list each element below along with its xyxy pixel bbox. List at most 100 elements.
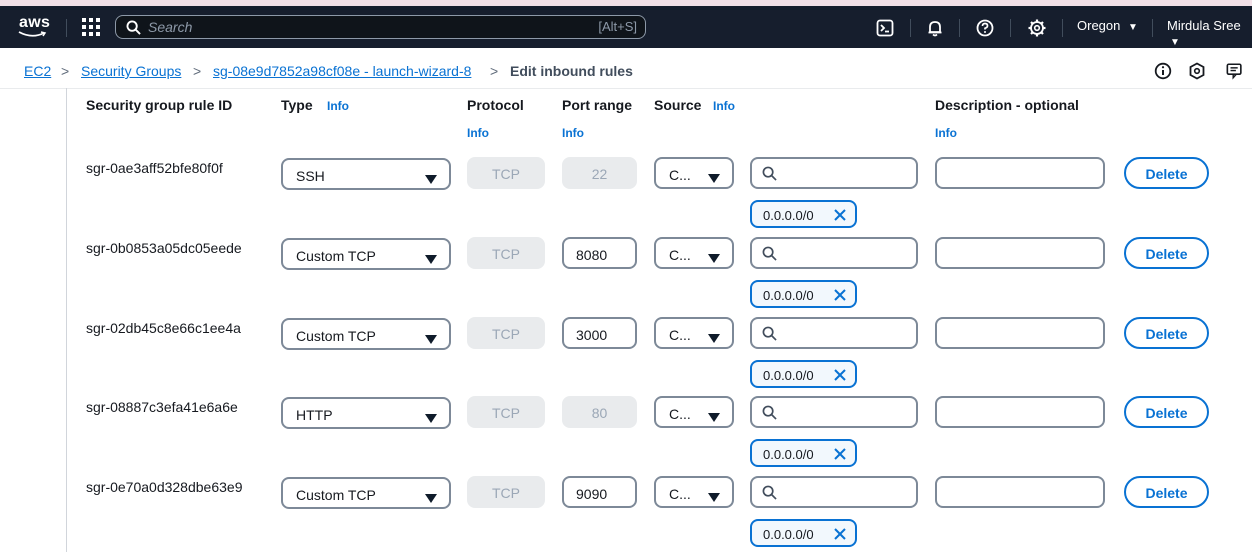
info-icon[interactable]	[1154, 62, 1172, 80]
protocol-input: TCP	[467, 237, 545, 269]
security-shield-icon[interactable]	[1188, 62, 1206, 80]
divider	[959, 19, 960, 37]
cidr-token: 0.0.0.0/0	[750, 519, 857, 547]
delete-rule-button[interactable]: Delete	[1124, 476, 1209, 508]
caret-down-icon	[708, 254, 720, 263]
breadcrumb-current: Edit inbound rules	[510, 63, 633, 79]
source-search-input[interactable]	[750, 237, 918, 269]
source-search-input[interactable]	[750, 396, 918, 428]
search-input[interactable]: Search [Alt+S]	[115, 15, 646, 39]
type-select[interactable]: Custom TCP	[281, 318, 451, 350]
bell-icon[interactable]	[926, 19, 944, 37]
caret-down-icon	[425, 255, 437, 264]
port-range-input: 80	[562, 396, 637, 428]
delete-rule-button[interactable]: Delete	[1124, 237, 1209, 269]
type-info-link[interactable]: Info	[327, 99, 349, 113]
delete-rule-button[interactable]: Delete	[1124, 157, 1209, 189]
source-type-select[interactable]: C...	[654, 317, 734, 349]
breadcrumb-ec2[interactable]: EC2	[24, 63, 51, 79]
rule-id: sgr-0b0853a05dc05eede	[86, 240, 242, 256]
rule-id: sgr-0e70a0d328dbe63e9	[86, 479, 243, 495]
user-name: Mirdula Sree	[1167, 18, 1241, 33]
type-select[interactable]: Custom TCP	[281, 477, 451, 509]
breadcrumb-separator: >	[490, 63, 499, 79]
port-range-input[interactable]: 3000	[562, 317, 637, 349]
caret-down-icon: ▼	[1170, 37, 1180, 48]
region-selector[interactable]: Oregon ▼	[1077, 18, 1138, 33]
source-search-input[interactable]	[750, 476, 918, 508]
close-icon[interactable]	[833, 288, 847, 302]
divider	[66, 19, 67, 37]
protocol-info-link[interactable]: Info	[467, 126, 489, 140]
caret-down-icon	[708, 413, 720, 422]
header-source: Source	[654, 97, 702, 113]
caret-down-icon	[425, 414, 437, 423]
rule-id: sgr-0ae3aff52bfe80f0f	[86, 160, 223, 176]
settings-icon[interactable]	[1028, 19, 1046, 37]
cidr-token: 0.0.0.0/0	[750, 360, 857, 388]
source-type-select[interactable]: C...	[654, 396, 734, 428]
cidr-token: 0.0.0.0/0	[750, 280, 857, 308]
caret-down-icon	[708, 493, 720, 502]
port-range-input[interactable]: 9090	[562, 476, 637, 508]
cloudshell-icon[interactable]	[876, 19, 894, 37]
feedback-icon[interactable]	[1226, 62, 1244, 80]
breadcrumb-separator: >	[61, 63, 70, 79]
source-info-link[interactable]: Info	[713, 99, 735, 113]
close-icon[interactable]	[833, 447, 847, 461]
delete-rule-button[interactable]: Delete	[1124, 317, 1209, 349]
description-input[interactable]	[935, 476, 1105, 508]
type-select[interactable]: HTTP	[281, 397, 451, 429]
search-icon	[762, 405, 777, 420]
rule-id: sgr-08887c3efa41e6a6e	[86, 399, 238, 415]
caret-down-icon: ▼	[1128, 22, 1138, 33]
type-select[interactable]: Custom TCP	[281, 238, 451, 270]
breadcrumb: EC2 > Security Groups > sg-08e9d7852a98c…	[0, 48, 1252, 89]
header-rule-id: Security group rule ID	[86, 97, 233, 113]
description-input[interactable]	[935, 237, 1105, 269]
search-icon	[762, 485, 777, 500]
port-range-input[interactable]: 8080	[562, 237, 637, 269]
top-navigation-bar: aws Search [Alt+S] Oregon ▼ Mirdula Sree…	[0, 6, 1252, 48]
caret-down-icon	[708, 174, 720, 183]
type-select[interactable]: SSH	[281, 158, 451, 190]
description-input[interactable]	[935, 396, 1105, 428]
close-icon[interactable]	[833, 368, 847, 382]
search-icon	[126, 20, 141, 35]
apps-grid-icon[interactable]	[82, 18, 100, 36]
divider	[1062, 19, 1063, 37]
description-input[interactable]	[935, 157, 1105, 189]
content-left-border	[66, 88, 67, 552]
aws-smile-icon	[18, 31, 47, 37]
search-shortcut: [Alt+S]	[598, 19, 637, 34]
cidr-token: 0.0.0.0/0	[750, 439, 857, 467]
search-icon	[762, 326, 777, 341]
help-icon[interactable]	[976, 19, 994, 37]
source-type-select[interactable]: C...	[654, 237, 734, 269]
divider	[910, 19, 911, 37]
description-input[interactable]	[935, 317, 1105, 349]
port-range-info-link[interactable]: Info	[562, 126, 584, 140]
header-protocol: Protocol	[467, 97, 524, 113]
source-type-select[interactable]: C...	[654, 157, 734, 189]
caret-down-icon	[425, 494, 437, 503]
protocol-input: TCP	[467, 476, 545, 508]
account-menu[interactable]: Mirdula Sree ▼	[1167, 18, 1252, 48]
header-description: Description - optional	[935, 97, 1079, 113]
caret-down-icon	[425, 175, 437, 184]
breadcrumb-security-groups[interactable]: Security Groups	[81, 63, 181, 79]
delete-rule-button[interactable]: Delete	[1124, 396, 1209, 428]
description-info-link[interactable]: Info	[935, 126, 957, 140]
close-icon[interactable]	[833, 208, 847, 222]
source-type-select[interactable]: C...	[654, 476, 734, 508]
search-placeholder: Search	[148, 19, 193, 35]
protocol-input: TCP	[467, 317, 545, 349]
breadcrumb-security-group[interactable]: sg-08e9d7852a98cf08e - launch-wizard-8	[213, 63, 471, 79]
source-search-input[interactable]	[750, 317, 918, 349]
aws-logo[interactable]: aws	[18, 12, 52, 42]
header-type: Type	[281, 97, 313, 113]
close-icon[interactable]	[833, 527, 847, 541]
search-icon	[762, 246, 777, 261]
protocol-input: TCP	[467, 396, 545, 428]
source-search-input[interactable]	[750, 157, 918, 189]
